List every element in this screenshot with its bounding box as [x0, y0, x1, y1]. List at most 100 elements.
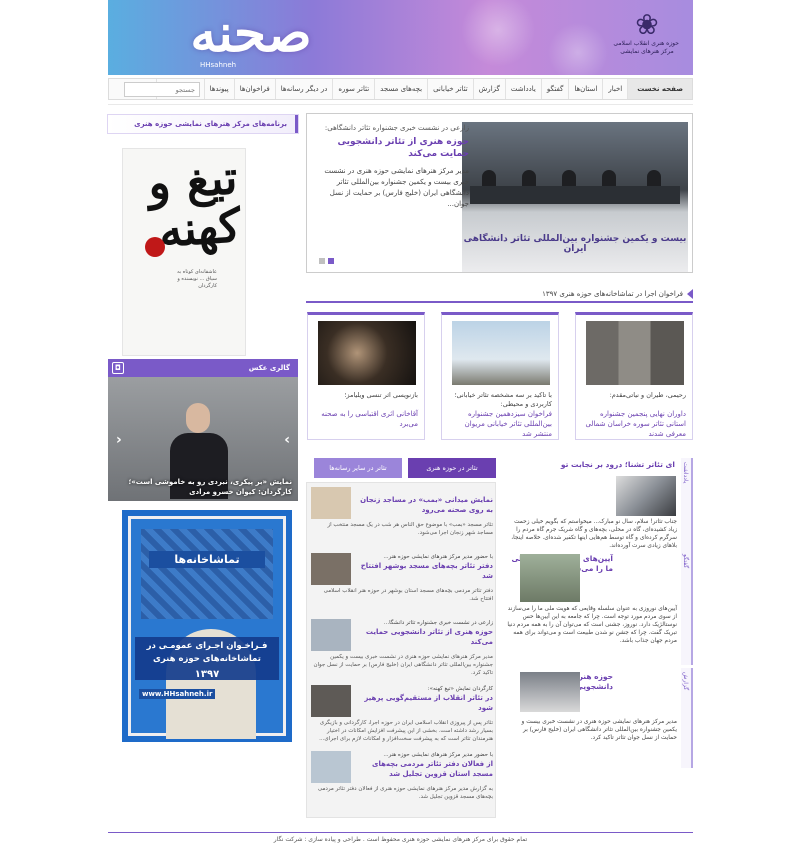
section-title[interactable]: ای تئاتر تشنا؛ درود بر نجابت تو	[506, 460, 675, 470]
section-label: یادداشت	[682, 462, 689, 484]
news-title[interactable]: از فعالان دفتر تئاتر مردمی بچه‌های مسجد …	[357, 759, 493, 779]
card-photo	[318, 321, 416, 385]
card-title[interactable]: آقاخانی اثری اقتباسی را به صحنه می‌برد	[312, 409, 418, 429]
news-item[interactable]: نمایش میدانی «بمب» در مساجد زنجان به روی…	[307, 483, 497, 547]
news-item[interactable]: با حضور مدیر مرکز هنرهای نمایشی حوزه هنر…	[307, 747, 497, 811]
slider-banner-text: بیست و یکمین جشنواره بین‌المللی تئاتر دا…	[463, 234, 687, 254]
news-thumb[interactable]	[311, 685, 351, 717]
slider-dot[interactable]	[328, 258, 334, 264]
slider-photo: بیست و یکمین جشنواره بین‌المللی تئاتر دا…	[462, 122, 688, 272]
call-card[interactable]: بازنویسی اثر تنسی ویلیامز؛ آقاخانی اثری …	[307, 312, 425, 440]
news-thumb[interactable]	[311, 751, 351, 783]
section-desc: آیین‌های نوروزی به عنوان سلسله وقایعی که…	[507, 606, 677, 644]
section-label: گفتگو	[682, 554, 689, 569]
call-card[interactable]: رحیمی، طیران و نیاتی‌مقدم: داوران نهایی …	[575, 312, 693, 440]
calls-header[interactable]: فراخوان اجرا در تماشاخانه‌های حوزه هنری …	[306, 285, 693, 303]
programs-header: برنامه‌های مرکز هنرهای نمایشی حوزه هنری	[108, 115, 298, 133]
ad-url: www.HHsahneh.ir	[139, 689, 216, 699]
ad-frame: تماشاخانه‌ها فـراخـوان اجـرای عمومـی در …	[128, 516, 286, 739]
poster-title: تیغ و کهنه	[146, 150, 243, 258]
photo-gallery[interactable]: ‹ › نمایش «بر پیکری، نبردی رو به خاموشی …	[108, 377, 298, 501]
nav-item[interactable]: گفتگو	[540, 79, 568, 99]
card-kicker: بازنویسی اثر تنسی ویلیامز؛	[344, 391, 418, 399]
chevron-right-icon[interactable]: ›	[284, 432, 290, 448]
card-title[interactable]: فراخوان سیزدهمین جشنواره بین‌المللی تئات…	[446, 409, 552, 439]
section-photo[interactable]	[520, 672, 580, 712]
card-title[interactable]: داوران نهایی پنجمین جشنواره استانی تئاتر…	[580, 409, 686, 439]
triangle-marker-icon	[687, 289, 693, 299]
site-logo[interactable]: صحنه	[176, 4, 326, 70]
news-thumb[interactable]	[311, 487, 351, 519]
gallery-caption[interactable]: نمایش «بر پیکری، نبردی رو به خاموشی است»…	[112, 477, 292, 497]
section-desc: مدیر مرکز هنرهای نمایشی حوزه هنری در نشس…	[521, 719, 677, 741]
nav-item[interactable]: تئاتر سوره	[332, 79, 374, 99]
photo-head	[186, 403, 210, 433]
gallery-header: گالری عکس ◘	[108, 359, 298, 377]
poster-text: عاشقانه‌ای کوتاه به سیاق ... نویسنده و ک…	[177, 269, 217, 289]
news-title[interactable]: حوزه هنری از تئاتر دانشجویی حمایت می‌کند	[357, 627, 493, 647]
site-header: ❀ حوزه هنری انقلاب اسلامی مرکز هنرهای نم…	[108, 0, 693, 75]
ad-text: فـراخـوان اجـرای عمومـی در تماشاخانه‌های…	[135, 637, 279, 669]
nav-item[interactable]: استان‌ها	[568, 79, 602, 99]
nav-item[interactable]: در دیگر رسانه‌ها	[274, 79, 333, 99]
tab-theater-hozeh[interactable]: تئاتر در حوزه هنری	[408, 458, 496, 478]
news-thumb[interactable]	[311, 553, 351, 585]
nav-item[interactable]: فراخوان‌ها	[233, 79, 275, 99]
interview-section: گفتگو آیین‌های نوروزی هویت ملی ما را می‌…	[506, 550, 693, 665]
news-kicker: زارعی در نشست خبری جشنواره تئاتر دانشگا.…	[383, 620, 493, 626]
news-thumb[interactable]	[311, 619, 351, 651]
nav-item[interactable]: گزارش	[472, 79, 505, 99]
news-title[interactable]: دفتر تئاتر بچه‌های مسجد بوشهر افتتاح شد	[357, 561, 493, 581]
news-item[interactable]: با حضور مدیر مرکز هنرهای نمایشی حوزه هنر…	[307, 549, 497, 613]
news-desc: تئاتر پس از پیروزی انقلاب اسلامی ایران د…	[319, 720, 493, 742]
news-kicker: کارگردان نمایش «تیغ کهنه»:	[427, 686, 493, 692]
nav-item[interactable]: اخبار	[602, 79, 627, 99]
slider-pager	[319, 258, 334, 264]
notes-section: یادداشت ای تئاتر تشنا؛ درود بر نجابت تو …	[506, 458, 693, 550]
news-kicker: با حضور مدیر مرکز هنرهای نمایشی حوزه هنر…	[383, 554, 493, 560]
call-card[interactable]: با تاکید بر سه مشخصه تئاتر خیابانی؛ کارب…	[441, 312, 559, 440]
poster-red-circle	[145, 237, 165, 257]
news-desc: دفتر تئاتر مردمی بچه‌های مسجد استان بوشه…	[323, 588, 493, 602]
nav-item[interactable]: صفحه نخست	[627, 79, 692, 99]
main-nav: صفحه نخست اخبار استان‌ها گفتگو یادداشت گزارش ت…	[108, 78, 693, 100]
slider-dot[interactable]	[319, 258, 325, 264]
featured-slider[interactable]: بیست و یکمین جشنواره بین‌المللی تئاتر دا…	[306, 113, 693, 273]
card-photo	[452, 321, 550, 385]
section-photo[interactable]	[520, 554, 580, 602]
flower-logo-icon: ❀	[635, 8, 659, 41]
news-item[interactable]: زارعی در نشست خبری جشنواره تئاتر دانشگا.…	[307, 615, 497, 679]
tab-other-media[interactable]: تئاتر در سایر رسانه‌ها	[314, 458, 402, 478]
news-kicker: با حضور مدیر مرکز هنرهای نمایشی حوزه هنر…	[383, 752, 493, 758]
slider-title[interactable]: حوزه هنری از تئاتر دانشجویی حمایت می‌کند	[319, 136, 469, 160]
org-subname: مرکز هنرهای نمایشی	[620, 48, 674, 55]
news-item[interactable]: کارگردان نمایش «تیغ کهنه»: در تئاتر انقلا…	[307, 681, 497, 745]
nav-item[interactable]: تئاتر خیابانی	[427, 79, 473, 99]
news-list: نمایش میدانی «بمب» در مساجد زنجان به روی…	[306, 482, 496, 818]
header-decoration	[438, 0, 638, 75]
news-desc: تئاتر مسجد «بمب» با موضوع حق الناس هر شب…	[327, 522, 493, 536]
org-name: حوزه هنری انقلاب اسلامی	[613, 40, 679, 47]
section-tab: گزارش	[681, 668, 693, 768]
calls-header-label: فراخوان اجرا در تماشاخانه‌های حوزه هنری …	[542, 290, 683, 298]
nav-item[interactable]: پیوندها	[203, 79, 234, 99]
ad-tile-pattern: تماشاخانه‌ها	[141, 529, 273, 619]
card-kicker: با تاکید بر سه مشخصه تئاتر خیابانی؛ کارب…	[454, 391, 552, 408]
news-title[interactable]: نمایش میدانی «بمب» در مساجد زنجان به روی…	[357, 495, 493, 515]
photo-table	[470, 186, 680, 204]
chevron-left-icon[interactable]: ‹	[116, 432, 122, 448]
news-title[interactable]: در تئاتر انقلاب از مستقیم‌گویی پرهیز شود	[357, 693, 493, 713]
search-input[interactable]	[124, 82, 200, 97]
org-logo[interactable]: ❀ حوزه هنری انقلاب اسلامی مرکز هنرهای نم…	[613, 8, 679, 68]
section-photo[interactable]	[616, 476, 676, 516]
news-tabs: تئاتر در حوزه هنری تئاتر در سایر رسانه‌ه…	[306, 458, 496, 482]
program-poster[interactable]: تیغ و کهنه عاشقانه‌ای کوتاه به سیاق ... …	[122, 148, 246, 356]
section-label: گزارش	[682, 672, 689, 691]
card-photo	[586, 321, 684, 385]
gallery-header-label: گالری عکس	[248, 364, 290, 372]
nav-item[interactable]: بچه‌های مسجد	[374, 79, 427, 99]
section-tab: گفتگو	[681, 550, 693, 665]
footer-copyright: تمام حقوق برای مرکز هنرهای نمایشی حوزه ه…	[273, 836, 528, 843]
call-ad-banner[interactable]: تماشاخانه‌ها فـراخـوان اجـرای عمومـی در …	[122, 510, 292, 742]
nav-item[interactable]: یادداشت	[504, 79, 541, 99]
